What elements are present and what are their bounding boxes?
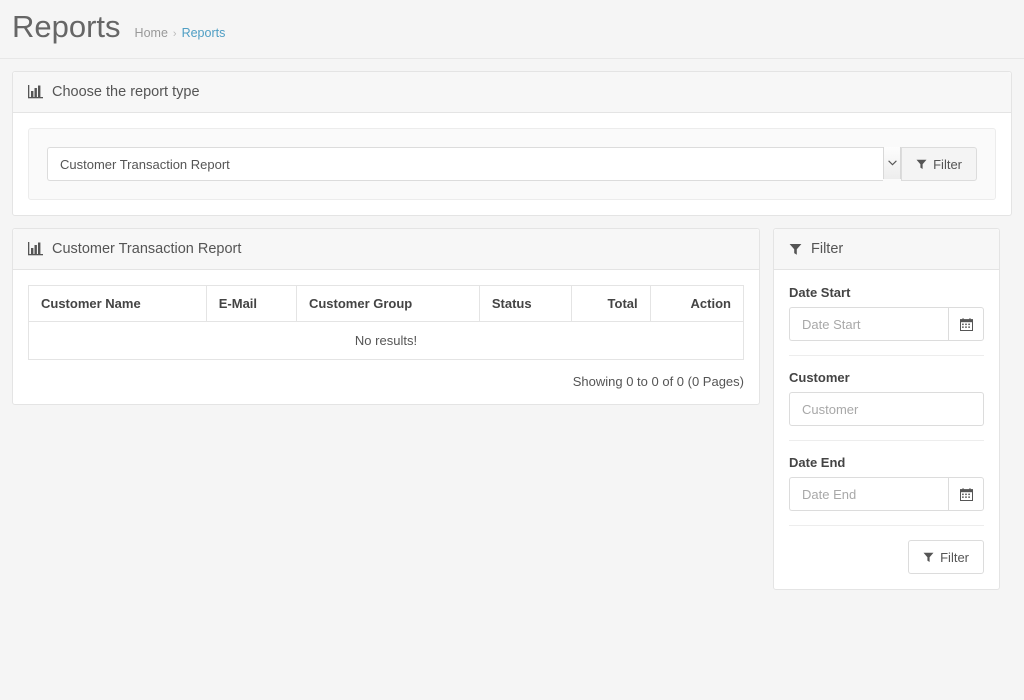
calendar-icon[interactable] xyxy=(948,307,984,342)
filter-form-group: Date Start Date Start xyxy=(789,285,984,355)
funnel-icon xyxy=(916,159,927,170)
breadcrumb-separator-icon: › xyxy=(172,28,177,40)
report-type-panel-body: Customer Transaction Report Filter xyxy=(13,113,1011,215)
page-title: Reports xyxy=(12,9,121,44)
report-panel-body: Customer Name E-Mail Customer Group Status T… xyxy=(13,270,759,404)
filter-submit-button[interactable]: Filter xyxy=(908,540,984,575)
filter-field-label: Date End xyxy=(789,455,846,471)
report-table: Customer Name E-Mail Customer Group Status T… xyxy=(28,285,745,361)
breadcrumb-item-reports[interactable]: Reports xyxy=(182,26,226,40)
report-type-panel-heading: Choose the report type xyxy=(13,72,1011,114)
report-type-select-value: Customer Transaction Report xyxy=(60,156,230,172)
filter-input-placeholder: Date End xyxy=(802,486,857,502)
filter-input-date-end[interactable]: Date End xyxy=(789,477,948,512)
filter-input-customer[interactable]: Customer xyxy=(789,392,984,427)
page-container: Choose the report type Customer Transact… xyxy=(0,59,1024,614)
filter-form-group: Customer Customer xyxy=(789,355,984,440)
report-type-input-group: Customer Transaction Report Filter xyxy=(47,147,977,182)
breadcrumb: Home › Reports xyxy=(135,26,226,40)
table-column-header: Action xyxy=(649,285,745,323)
report-type-well: Customer Transaction Report Filter xyxy=(28,128,996,201)
table-column-header: Total xyxy=(571,285,651,323)
filter-input-placeholder: Customer xyxy=(802,401,859,417)
filter-panel: Filter Date Start Date Start Customer Custo… xyxy=(773,228,1000,591)
pagination-info: Showing 0 to 0 of 0 (0 Pages) xyxy=(572,374,744,390)
report-type-filter-button[interactable]: Filter xyxy=(901,147,977,182)
table-column-header: Status xyxy=(478,285,573,323)
filter-panel-title: Filter xyxy=(811,241,844,258)
main-row: Customer Transaction Report Customer Nam… xyxy=(12,228,1012,602)
filter-panel-heading: Filter xyxy=(774,229,999,271)
table-column-header: Customer Name xyxy=(28,285,207,323)
filter-field-control-group: Date End xyxy=(789,477,984,512)
filter-field-control-group: Date Start xyxy=(789,307,984,342)
bar-chart-icon xyxy=(28,85,43,99)
calendar-icon[interactable] xyxy=(948,477,984,512)
filter-input-placeholder: Date Start xyxy=(802,316,861,332)
funnel-icon xyxy=(789,243,802,256)
report-type-filter-label: Filter xyxy=(933,156,962,172)
report-table-head: Customer Name E-Mail Customer Group Status T… xyxy=(28,285,745,323)
bar-chart-icon xyxy=(28,242,43,256)
table-empty-message: No results! xyxy=(28,321,744,361)
filter-field-label: Customer xyxy=(789,370,850,386)
filter-field-control-group: Customer xyxy=(789,392,984,427)
page-header: Reports Home › Reports xyxy=(0,0,1024,60)
funnel-icon xyxy=(923,552,934,563)
report-panel-title: Customer Transaction Report xyxy=(52,241,242,258)
filter-form-group: Date End Date End xyxy=(789,440,984,525)
filter-input-date-start[interactable]: Date Start xyxy=(789,307,948,342)
report-type-panel: Choose the report type Customer Transact… xyxy=(12,71,1012,217)
filter-submit-label: Filter xyxy=(940,549,969,565)
report-type-select[interactable]: Customer Transaction Report xyxy=(47,147,884,182)
report-table-header-row: Customer Name E-Mail Customer Group Status T… xyxy=(28,285,745,323)
table-column-header: Customer Group xyxy=(295,285,480,323)
report-type-panel-title: Choose the report type xyxy=(52,84,200,101)
filter-fields: Date Start Date Start Customer Customer Date… xyxy=(789,285,984,525)
breadcrumb-item-home[interactable]: Home xyxy=(135,26,168,40)
table-empty-row: No results! xyxy=(28,321,744,361)
report-panel: Customer Transaction Report Customer Nam… xyxy=(12,228,760,406)
report-column: Customer Transaction Report Customer Nam… xyxy=(12,228,760,417)
chevron-down-icon[interactable] xyxy=(883,147,902,180)
filter-field-label: Date Start xyxy=(789,285,851,301)
report-table-body: No results! xyxy=(28,321,744,361)
report-panel-heading: Customer Transaction Report xyxy=(13,229,759,271)
filter-footer: Filter xyxy=(789,525,984,575)
filter-panel-body: Date Start Date Start Customer Customer Date… xyxy=(774,270,999,589)
table-column-header: E-Mail xyxy=(205,285,297,323)
filter-column: Filter Date Start Date Start Customer Custo… xyxy=(773,228,1000,602)
